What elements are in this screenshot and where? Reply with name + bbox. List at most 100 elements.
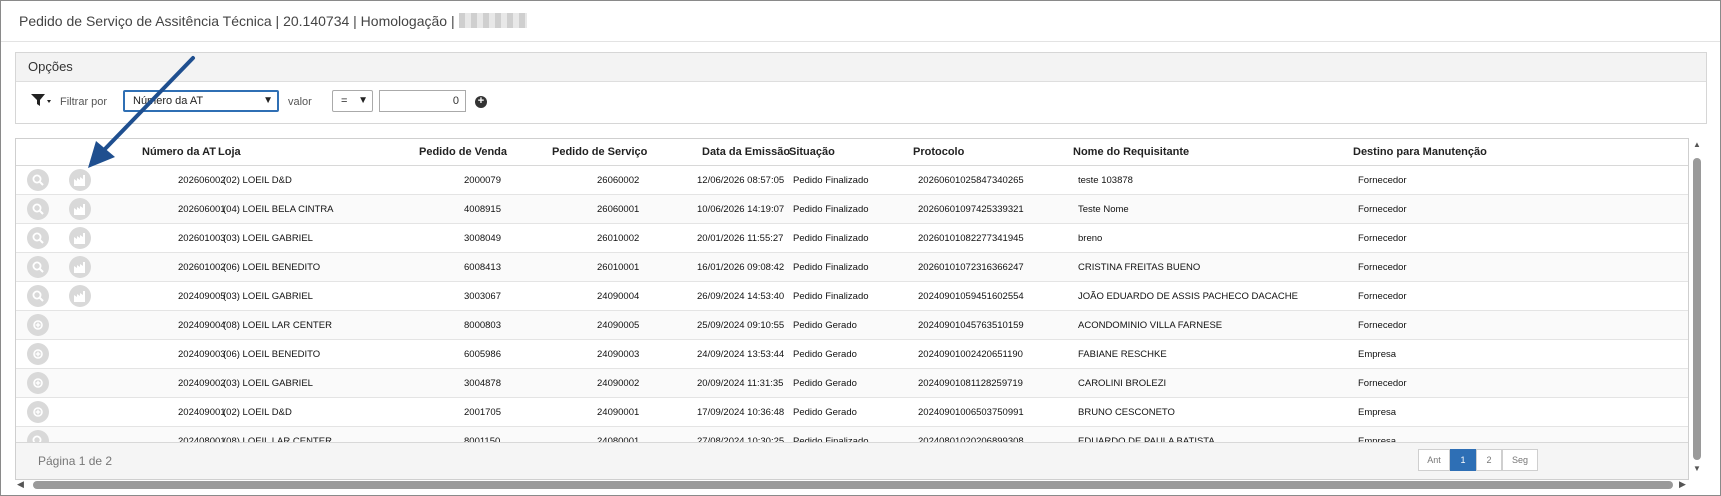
filter-icon[interactable] xyxy=(30,92,52,108)
cell-pedido-servico: 24090004 xyxy=(597,291,640,302)
cell-protocolo: 20240901002420651190 xyxy=(918,349,1023,360)
scroll-left-icon[interactable]: ◀ xyxy=(17,479,24,490)
factory-icon[interactable] xyxy=(69,256,91,278)
cell-situacao: Pedido Finalizado xyxy=(793,291,869,302)
cell-pedido-venda: 2000079 xyxy=(464,175,501,186)
cell-destino: Fornecedor xyxy=(1358,320,1407,331)
page-info: Página 1 de 2 xyxy=(38,454,113,468)
cell-pedido-servico: 24090003 xyxy=(597,349,640,360)
prev-page-button[interactable]: Ant xyxy=(1418,449,1450,471)
scroll-up-icon[interactable]: ▲ xyxy=(1693,140,1701,149)
cell-pedido-venda: 8000803 xyxy=(464,320,501,331)
next-page-button[interactable]: Seg xyxy=(1502,449,1538,471)
cell-destino: Fornecedor xyxy=(1358,291,1407,302)
cell-requisitante: breno xyxy=(1078,233,1103,244)
cell-pedido-servico: 24090005 xyxy=(597,320,640,331)
table-row[interactable]: 202409002 (03) LOEIL GABRIEL 3004878 240900… xyxy=(16,369,1688,398)
vertical-scroll-thumb[interactable] xyxy=(1693,158,1701,460)
cell-numero-at: 202601002 xyxy=(178,262,226,273)
cell-situacao: Pedido Finalizado xyxy=(793,233,869,244)
col-protocolo[interactable]: Protocolo xyxy=(913,146,964,158)
cell-destino: Fornecedor xyxy=(1358,262,1407,273)
cell-loja: (02) LOEIL D&D xyxy=(223,407,292,418)
cell-loja: (03) LOEIL GABRIEL xyxy=(223,291,313,302)
table-row[interactable]: 202606002 (02) LOEIL D&D 2000079 26060002 12… xyxy=(16,166,1688,195)
cell-pedido-servico: 26060002 xyxy=(597,175,640,186)
table-row[interactable]: 202409004 (08) LOEIL LAR CENTER 8000803 240… xyxy=(16,311,1688,340)
table-row[interactable]: 202601002 (06) LOEIL BENEDITO 6008413 26010… xyxy=(16,253,1688,282)
cell-loja: (03) LOEIL GABRIEL xyxy=(223,378,313,389)
operator-value: = xyxy=(341,95,348,107)
cell-data-emissao: 12/06/2026 08:57:05 xyxy=(697,175,785,186)
filter-row: Filtrar por Número da AT ▼ valor = ▼ 0 + xyxy=(16,82,1706,122)
value-input[interactable]: 0 xyxy=(379,90,466,112)
search-icon[interactable] xyxy=(27,169,49,191)
cell-protocolo: 20260101072316366247 xyxy=(918,262,1024,273)
cell-protocolo: 20240901081128259719 xyxy=(918,378,1023,389)
scroll-down-icon[interactable]: ▼ xyxy=(1693,464,1701,473)
cell-loja: (03) LOEIL GABRIEL xyxy=(223,233,313,244)
col-destino[interactable]: Destino para Manutenção xyxy=(1353,146,1487,158)
filter-field-select[interactable]: Número da AT ▼ xyxy=(123,90,279,112)
cell-protocolo: 20240901059451602554 xyxy=(918,291,1024,302)
cell-requisitante: FABIANE RESCHKE xyxy=(1078,349,1167,360)
cell-numero-at: 202409002 xyxy=(178,378,226,389)
col-pedido-venda[interactable]: Pedido de Venda xyxy=(419,146,507,158)
cell-data-emissao: 20/01/2026 11:55:27 xyxy=(697,233,784,244)
horizontal-scrollbar[interactable]: ◀ ▶ xyxy=(15,479,1695,491)
table-row[interactable]: 202409003 (06) LOEIL BENEDITO 6005986 24090… xyxy=(16,340,1688,369)
grid-footer: Página 1 de 2 Ant 1 2 Seg xyxy=(16,442,1688,479)
cell-protocolo: 20240901045763510159 xyxy=(918,320,1024,331)
col-numero-at[interactable]: Número da AT xyxy=(142,146,216,158)
factory-icon[interactable] xyxy=(69,169,91,191)
cell-destino: Fornecedor xyxy=(1358,233,1407,244)
table-row[interactable]: 202409001 (02) LOEIL D&D 2001705 24090001 17… xyxy=(16,398,1688,427)
cell-pedido-venda: 3003067 xyxy=(464,291,501,302)
cell-destino: Empresa xyxy=(1358,349,1397,360)
search-icon[interactable] xyxy=(27,256,49,278)
factory-icon[interactable] xyxy=(69,198,91,220)
table-row[interactable]: 202606001 (04) LOEIL BELA CINTRA 4008915 26… xyxy=(16,195,1688,224)
results-grid: Número da AT Loja Pedido de Venda Pedido… xyxy=(15,138,1689,480)
page-1-button[interactable]: 1 xyxy=(1450,449,1476,471)
search-icon[interactable] xyxy=(27,227,49,249)
col-pedido-servico[interactable]: Pedido de Serviço xyxy=(552,146,647,158)
cell-numero-at: 202606002 xyxy=(178,175,226,186)
factory-icon[interactable] xyxy=(69,227,91,249)
search-icon[interactable] xyxy=(27,198,49,220)
operator-select[interactable]: = ▼ xyxy=(332,90,373,112)
plus-circle-icon[interactable] xyxy=(27,372,49,394)
filter-label: Filtrar por xyxy=(60,96,108,108)
add-filter-icon[interactable]: + xyxy=(475,96,487,108)
cell-data-emissao: 10/06/2026 14:19:07 xyxy=(697,204,785,215)
cell-data-emissao: 16/01/2026 09:08:42 xyxy=(697,262,785,273)
cell-requisitante: ACONDOMINIO VILLA FARNESE xyxy=(1078,320,1223,331)
factory-icon[interactable] xyxy=(69,285,91,307)
cell-situacao: Pedido Gerado xyxy=(793,407,857,418)
page-title-text: Pedido de Serviço de Assitência Técnica … xyxy=(19,13,455,29)
col-data-emissao[interactable]: Data da Emissão xyxy=(702,146,790,158)
plus-circle-icon[interactable] xyxy=(27,343,49,365)
plus-circle-icon[interactable] xyxy=(27,401,49,423)
cell-pedido-servico: 24090002 xyxy=(597,378,640,389)
col-requisitante[interactable]: Nome do Requisitante xyxy=(1073,146,1189,158)
col-loja[interactable]: Loja xyxy=(218,146,241,158)
page-2-button[interactable]: 2 xyxy=(1476,449,1502,471)
cell-data-emissao: 17/09/2024 10:36:48 xyxy=(697,407,785,418)
horizontal-scroll-thumb[interactable] xyxy=(33,481,1673,489)
col-situacao[interactable]: Situação xyxy=(789,146,835,158)
cell-situacao: Pedido Gerado xyxy=(793,378,857,389)
cell-situacao: Pedido Finalizado xyxy=(793,262,869,273)
table-row[interactable]: 202409005 (03) LOEIL GABRIEL 3003067 240900… xyxy=(16,282,1688,311)
vertical-scrollbar[interactable]: ▲ ▼ xyxy=(1691,138,1703,478)
cell-requisitante: JOÃO EDUARDO DE ASSIS PACHECO DACACHE xyxy=(1078,291,1298,302)
cell-pedido-servico: 26060001 xyxy=(597,204,640,215)
cell-numero-at: 202409005 xyxy=(178,291,226,302)
table-row[interactable]: 202601003 (03) LOEIL GABRIEL 3008049 260100… xyxy=(16,224,1688,253)
search-icon[interactable] xyxy=(27,285,49,307)
cell-data-emissao: 24/09/2024 13:53:44 xyxy=(697,349,785,360)
plus-circle-icon[interactable] xyxy=(27,314,49,336)
cell-destino: Fornecedor xyxy=(1358,175,1407,186)
value-label: valor xyxy=(288,96,312,108)
scroll-right-icon[interactable]: ▶ xyxy=(1679,479,1686,490)
